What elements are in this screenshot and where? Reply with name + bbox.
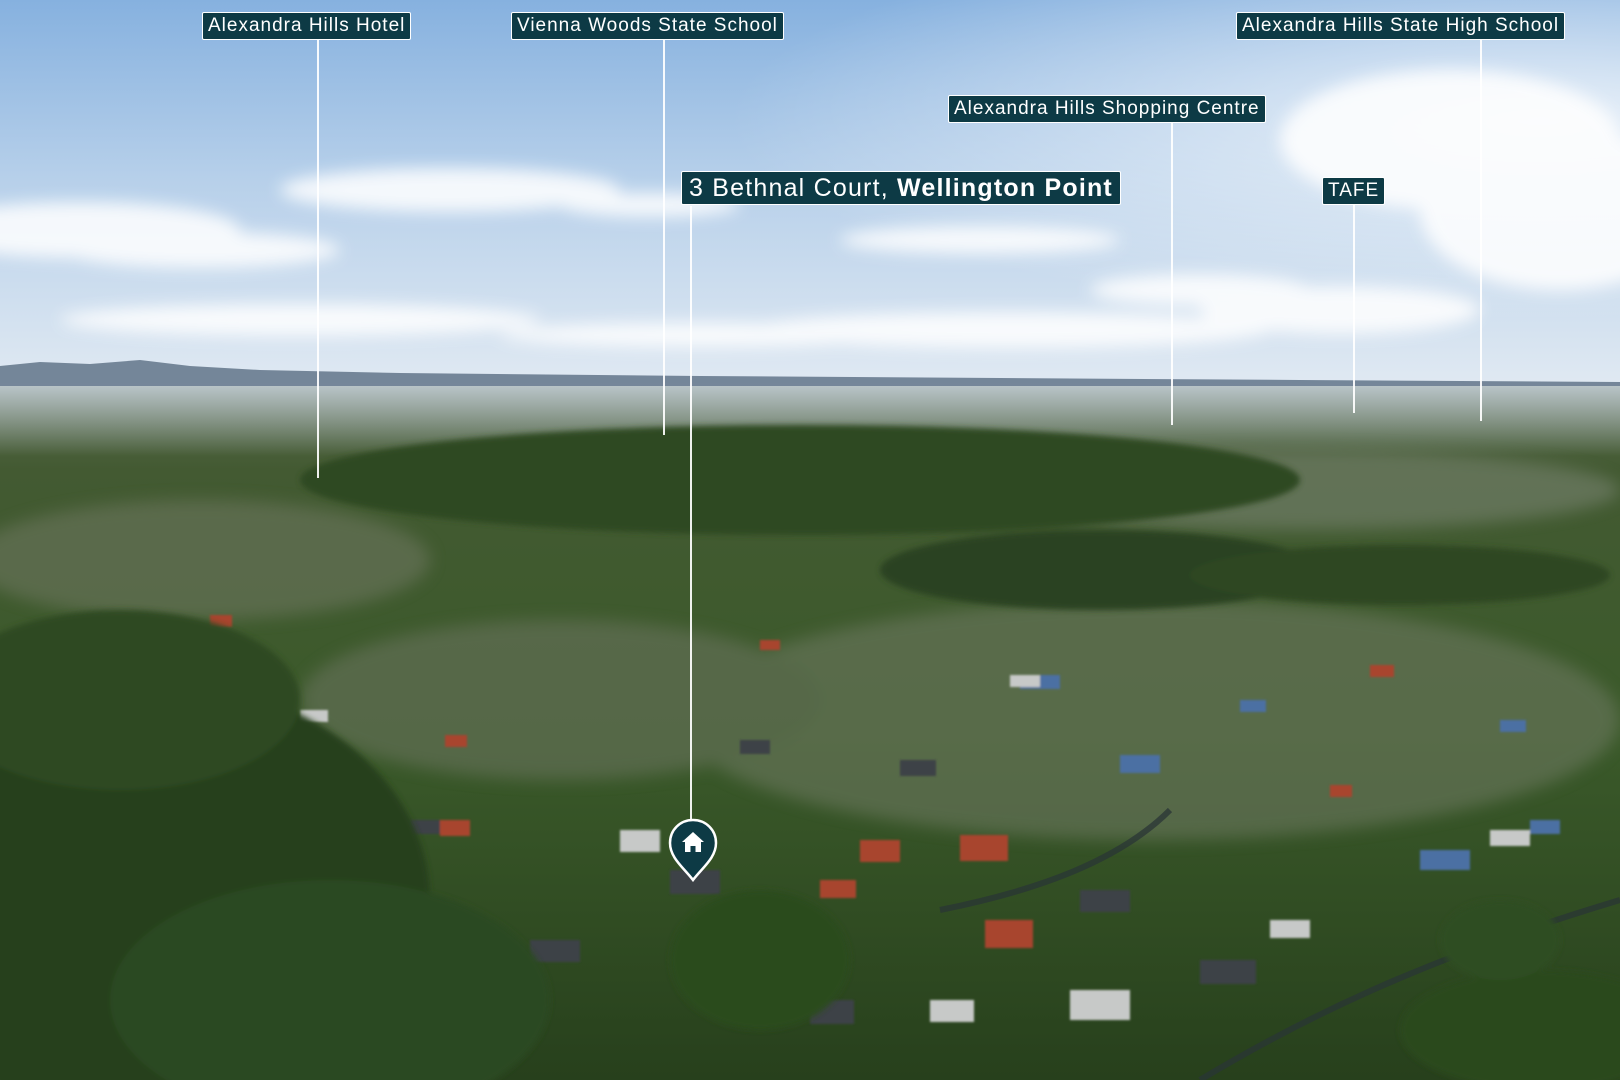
property-pin xyxy=(668,818,718,882)
landmark-label: Vienna Woods State School xyxy=(511,12,784,40)
leader-line xyxy=(690,206,692,820)
leader-line xyxy=(1480,40,1482,421)
landmark-label: Alexandra Hills State High School xyxy=(1236,12,1566,40)
property-suburb: Wellington Point xyxy=(897,174,1113,202)
leader-line xyxy=(317,38,319,478)
property-address-label: 3 Bethnal Court, Wellington Point xyxy=(681,171,1121,205)
landmark-label: TAFE xyxy=(1322,177,1386,205)
leader-line xyxy=(1353,202,1355,413)
landmark-label: Alexandra Hills Shopping Centre xyxy=(948,95,1266,123)
leader-line xyxy=(663,38,665,435)
leader-line xyxy=(1171,123,1173,425)
property-street: 3 Bethnal Court, xyxy=(689,174,889,202)
aerial-photo xyxy=(0,0,1620,1080)
landmark-label: Alexandra Hills Hotel xyxy=(202,12,412,40)
